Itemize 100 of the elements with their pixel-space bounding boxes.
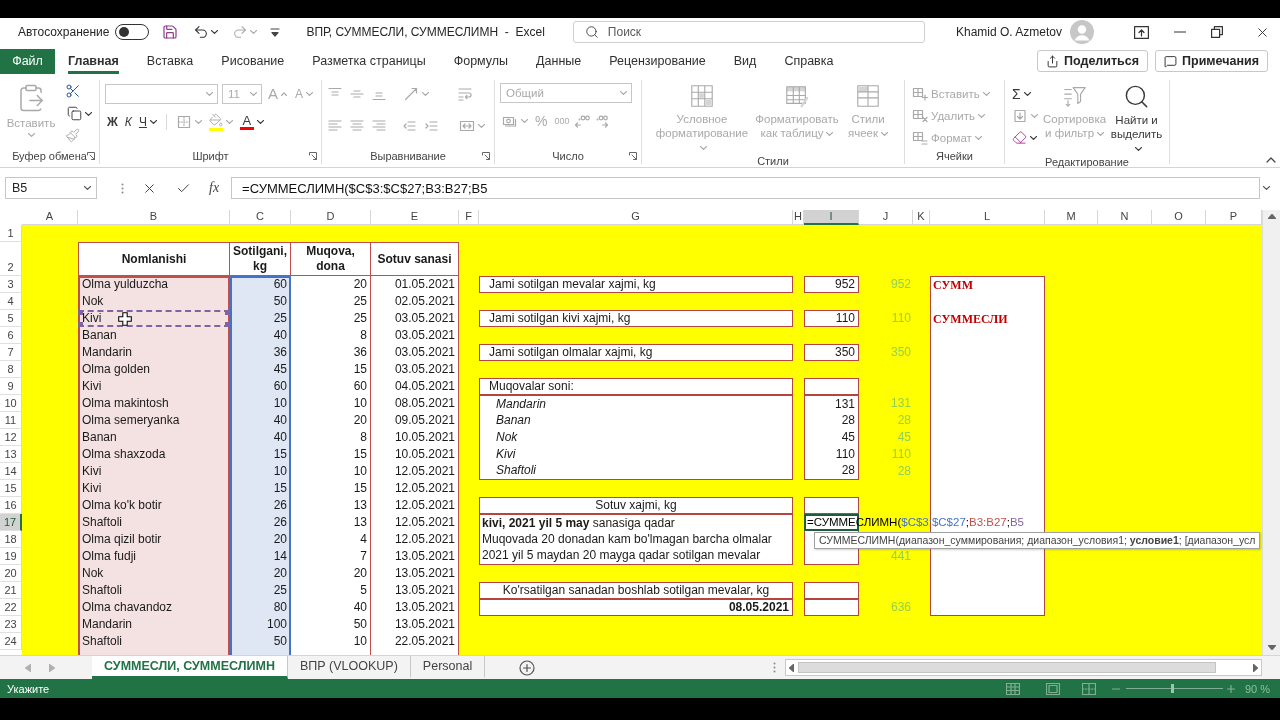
table-cell: Banan: [82, 327, 117, 344]
ribbon-tab[interactable]: Данные: [536, 48, 582, 74]
row-header[interactable]: 20: [0, 565, 22, 582]
table-cell: 13.05.2021: [394, 582, 455, 599]
undo-icon[interactable]: [193, 24, 210, 40]
scroll-down-icon[interactable]: [1267, 645, 1276, 650]
find-select-button[interactable]: Найти и выделить: [1109, 83, 1164, 155]
row-header[interactable]: 7: [0, 344, 22, 361]
normal-view-icon[interactable]: [1005, 682, 1020, 695]
next-sheet-icon[interactable]: [49, 663, 55, 672]
row-header[interactable]: 22: [0, 599, 22, 616]
column-header[interactable]: L: [930, 210, 1045, 225]
row-header[interactable]: 17: [0, 514, 22, 531]
slider-thumb[interactable]: [1171, 684, 1175, 693]
ribbon-tab[interactable]: Вид: [733, 48, 757, 74]
add-sheet-icon[interactable]: [519, 659, 536, 676]
customize-icon[interactable]: [270, 27, 281, 37]
row-header[interactable]: 5: [0, 310, 22, 327]
table-cell: 13: [353, 497, 367, 514]
column-header[interactable]: M: [1045, 210, 1098, 225]
row-header[interactable]: 10: [0, 395, 22, 412]
column-header[interactable]: O: [1152, 210, 1206, 225]
bold-button[interactable]: Ж: [105, 111, 120, 132]
scroll-left-icon[interactable]: [789, 663, 794, 672]
redo-icon[interactable]: [232, 24, 249, 40]
restore-icon[interactable]: [1211, 26, 1223, 38]
column-header[interactable]: B: [78, 210, 230, 225]
name-box[interactable]: B5: [5, 177, 97, 199]
page-layout-icon[interactable]: [1045, 682, 1060, 695]
page-break-icon[interactable]: [1081, 682, 1096, 695]
table-cell: 20: [353, 565, 367, 582]
share-button[interactable]: Поделиться: [1037, 50, 1149, 72]
scissors-icon[interactable]: [65, 83, 81, 99]
scroll-up-icon[interactable]: [1267, 214, 1276, 219]
zoom-out-icon[interactable]: [1111, 687, 1120, 690]
row-header[interactable]: 12: [0, 429, 22, 446]
column-header[interactable]: A: [22, 210, 78, 225]
ribbon-tab[interactable]: Справка: [784, 48, 834, 74]
underline-button[interactable]: Ч: [136, 111, 159, 132]
comments-button[interactable]: Примечания: [1155, 50, 1268, 72]
column-header[interactable]: I: [804, 210, 859, 225]
previous-sheet-icon[interactable]: [25, 663, 31, 672]
formula-input[interactable]: =СУММЕСЛИМН($C$3:$C$27;B3:B27;B5: [231, 177, 1261, 199]
save-icon[interactable]: [162, 24, 179, 40]
ribbon-display-icon[interactable]: [1134, 25, 1149, 39]
column-header[interactable]: C: [230, 210, 291, 225]
ribbon-tab[interactable]: Вставка: [146, 48, 194, 74]
row-header[interactable]: 8: [0, 361, 22, 378]
column-header[interactable]: K: [913, 210, 930, 225]
search-field[interactable]: Поиск: [572, 21, 925, 43]
autosave-toggle[interactable]: [115, 24, 150, 40]
italic-button[interactable]: К: [122, 111, 134, 132]
column-header[interactable]: N: [1098, 210, 1152, 225]
ribbon-tab[interactable]: Разметка страницы: [312, 48, 426, 74]
ribbon-tab[interactable]: Рисование: [221, 48, 285, 74]
column-header[interactable]: J: [859, 210, 913, 225]
row-header[interactable]: 19: [0, 548, 22, 565]
row-header[interactable]: 4: [0, 293, 22, 310]
row-header[interactable]: 2: [0, 242, 22, 276]
dialog-launcher-icon[interactable]: [87, 152, 95, 160]
file-tab[interactable]: Файл: [0, 48, 55, 74]
autosum-button[interactable]: Σ: [1010, 83, 1040, 104]
zoom-slider[interactable]: [1125, 684, 1223, 693]
list-item-label: Shaftoli: [495, 463, 538, 479]
column-header[interactable]: F: [459, 210, 479, 225]
dialog-launcher-icon[interactable]: [309, 152, 317, 160]
ribbon-tab[interactable]: Главная: [68, 48, 119, 74]
zoom-in-icon[interactable]: [1226, 684, 1235, 693]
dialog-launcher-icon[interactable]: [629, 152, 637, 160]
scrollbar-thumb[interactable]: [798, 662, 1216, 673]
row-header[interactable]: 6: [0, 327, 22, 344]
row-header[interactable]: 15: [0, 480, 22, 497]
row-header[interactable]: 16: [0, 497, 22, 514]
ribbon-tab[interactable]: Рецензирование: [609, 48, 706, 74]
ribbon-tab[interactable]: Формулы: [453, 48, 509, 74]
sheet-tab[interactable]: СУММЕСЛИ, СУММЕСЛИМН: [92, 656, 288, 679]
column-header[interactable]: E: [371, 210, 459, 225]
row-header[interactable]: 13: [0, 446, 22, 463]
column-header[interactable]: G: [479, 210, 793, 225]
row-header[interactable]: 14: [0, 463, 22, 480]
column-header[interactable]: P: [1206, 210, 1262, 225]
table-cell: 15: [353, 361, 367, 378]
insert-function-button[interactable]: fx: [209, 180, 220, 196]
row-header[interactable]: 18: [0, 531, 22, 548]
row-header[interactable]: 1: [0, 225, 22, 242]
row-header[interactable]: 21: [0, 582, 22, 599]
dialog-launcher-icon[interactable]: [482, 152, 490, 160]
table-cell: 40: [353, 599, 367, 616]
font-color-button[interactable]: A: [237, 111, 266, 132]
column-header[interactable]: D: [291, 210, 371, 225]
row-header[interactable]: 23: [0, 616, 22, 633]
caret-icon: [194, 119, 202, 124]
collapse-ribbon-icon[interactable]: [1266, 157, 1276, 163]
scroll-right-icon[interactable]: [1253, 663, 1258, 672]
row-header[interactable]: 24: [0, 633, 22, 650]
table-cell: 10.05.2021: [394, 446, 455, 463]
row-header[interactable]: 3: [0, 276, 22, 293]
avatar-icon[interactable]: [1070, 20, 1094, 44]
row-header[interactable]: 9: [0, 378, 22, 395]
row-header[interactable]: 11: [0, 412, 22, 429]
